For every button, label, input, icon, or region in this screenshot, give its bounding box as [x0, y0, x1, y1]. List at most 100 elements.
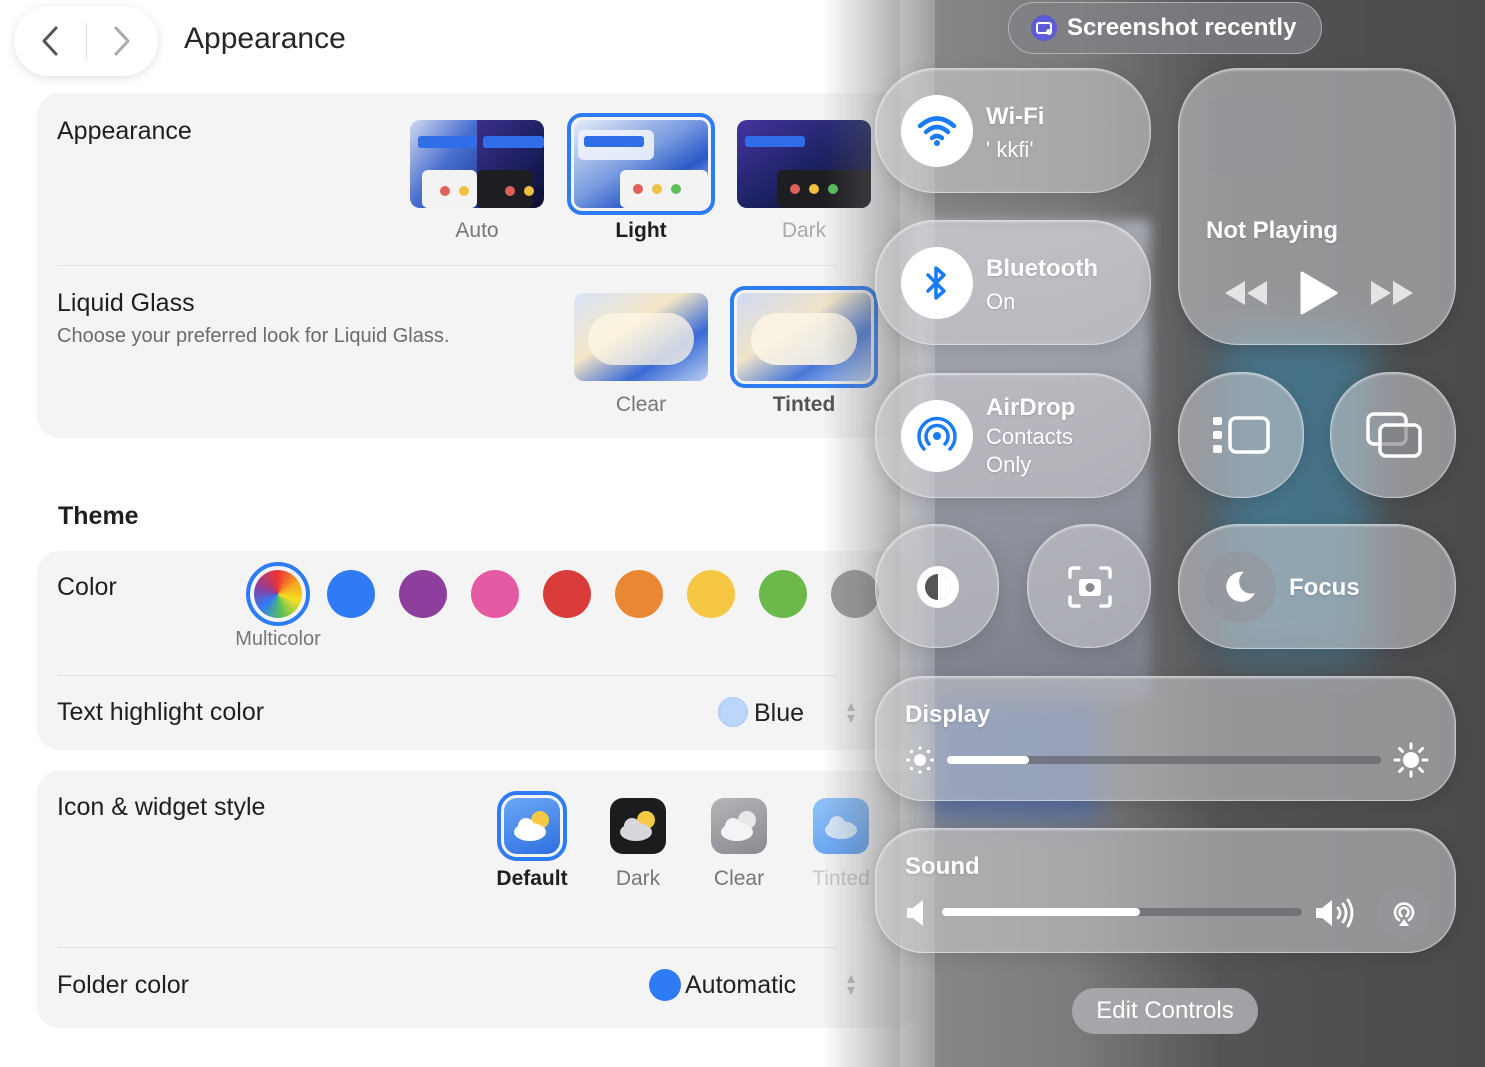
airplay-audio-button[interactable] [1378, 887, 1430, 939]
brightness-slider-fill [947, 756, 1030, 764]
brightness-slider[interactable] [947, 756, 1381, 764]
airplay-audio-icon [1393, 902, 1415, 926]
screen-mirroring-icon [1366, 412, 1422, 458]
color-swatch-orange[interactable] [615, 570, 663, 618]
appearance-auto-option[interactable] [410, 120, 544, 208]
focus-toggle[interactable] [1204, 551, 1276, 623]
brightness-high-icon [1393, 742, 1429, 778]
screenshot-button[interactable] [1027, 524, 1151, 648]
brightness-low-icon [906, 746, 934, 774]
color-swatch-red[interactable] [543, 570, 591, 618]
row-divider [57, 265, 837, 266]
color-swatch-blue[interactable] [327, 570, 375, 618]
dark-thumbnail-icon [737, 120, 871, 208]
icon-style-dark-option[interactable] [610, 798, 666, 854]
color-swatch-pink[interactable] [471, 570, 519, 618]
wifi-toggle[interactable] [901, 95, 973, 167]
color-swatch-yellow[interactable] [687, 570, 735, 618]
row-divider [57, 675, 837, 676]
stage-manager-icon [1213, 416, 1270, 454]
album-art-placeholder [1206, 96, 1286, 176]
page-title: Appearance [184, 22, 346, 55]
text-highlight-value[interactable]: Blue [754, 699, 804, 728]
screenshot-recently-label: Screenshot recently [1067, 14, 1297, 41]
bluetooth-title: Bluetooth [986, 255, 1098, 282]
color-swatch-purple[interactable] [399, 570, 447, 618]
icon-style-default-option[interactable] [497, 791, 567, 861]
airdrop-title: AirDrop [986, 394, 1076, 421]
bluetooth-toggle[interactable] [901, 247, 973, 319]
text-highlight-label: Text highlight color [57, 698, 265, 726]
liquid-glass-description: Choose your preferred look for Liquid Gl… [57, 325, 450, 347]
cloud-sun-icon [721, 811, 756, 841]
chevron-right-icon [114, 26, 130, 56]
forward-button[interactable] [87, 6, 159, 76]
liquid-glass-clear-caption: Clear [615, 393, 667, 416]
wifi-network-name: ' kkfi' [986, 137, 1034, 162]
color-swatch-multicolor[interactable] [254, 570, 302, 618]
appearance-auto-caption: Auto [455, 219, 499, 242]
tinted-glass-thumbnail-icon [737, 293, 871, 381]
chevron-left-icon [42, 26, 58, 56]
bluetooth-status: On [986, 289, 1016, 314]
edit-controls-button[interactable]: Edit Controls [1072, 988, 1258, 1034]
screenshot-camera-icon [1068, 566, 1112, 608]
volume-slider[interactable] [942, 908, 1302, 916]
color-swatch-green[interactable] [759, 570, 807, 618]
row-divider [57, 947, 837, 948]
liquid-glass-clear-option[interactable] [574, 293, 708, 381]
airdrop-module[interactable]: AirDrop Contacts Only [875, 373, 1151, 498]
icon-style-clear-option[interactable] [711, 798, 767, 854]
nav-buttons [14, 6, 158, 76]
cloud-icon [825, 816, 857, 839]
folder-color-value[interactable]: Automatic [685, 971, 796, 1000]
dark-mode-button[interactable] [875, 524, 999, 648]
display-label: Display [905, 701, 991, 728]
appearance-light-caption: Light [615, 219, 667, 242]
settings-window: Appearance Appearance Auto Light Dark Li… [0, 0, 935, 1067]
icon-style-default-caption: Default [496, 867, 568, 890]
auto-thumbnail-icon [410, 120, 544, 208]
selected-color-name: Multicolor [235, 628, 321, 650]
bluetooth-module[interactable]: Bluetooth On [875, 220, 1151, 345]
display-module: Display [875, 676, 1456, 801]
screenshot-recently-indicator[interactable]: Screenshot recently [1008, 2, 1322, 54]
color-swatch-graphite[interactable] [831, 570, 879, 618]
theme-heading: Theme [58, 502, 139, 530]
focus-module[interactable]: Focus [1178, 524, 1456, 649]
volume-high-icon [1316, 898, 1354, 928]
wifi-module[interactable]: Wi-Fi ' kkfi' [875, 68, 1151, 193]
folder-color-label: Folder color [57, 971, 189, 999]
liquid-glass-tinted-caption: Tinted [772, 393, 836, 416]
bluetooth-icon [926, 266, 946, 300]
screen-recording-icon [1031, 15, 1057, 41]
icon-widget-style-label: Icon & widget style [57, 793, 266, 821]
airdrop-status-line1: Contacts [986, 424, 1073, 449]
cloud-sun-icon [514, 811, 549, 841]
liquid-glass-label: Liquid Glass [57, 289, 195, 317]
back-button[interactable] [14, 6, 86, 76]
appearance-dark-option[interactable] [737, 120, 871, 208]
text-highlight-stepper-icon[interactable]: ▴ ▾ [841, 698, 861, 728]
icon-style-dark-caption: Dark [615, 867, 661, 890]
airdrop-toggle[interactable] [901, 400, 973, 472]
appearance-light-option[interactable] [567, 113, 715, 215]
fast-forward-icon[interactable] [1369, 279, 1415, 307]
sound-module: Sound [875, 828, 1456, 953]
contrast-icon [917, 566, 959, 608]
now-playing-module[interactable]: Not Playing [1178, 68, 1456, 345]
folder-color-stepper-icon[interactable]: ▴ ▾ [841, 970, 861, 1000]
theme-group: Color Multicolor Text highlight color Bl… [37, 551, 917, 750]
cloud-sun-icon [620, 811, 655, 841]
icon-style-tinted-option[interactable] [813, 798, 869, 854]
volume-low-icon [907, 900, 923, 926]
liquid-glass-tinted-option[interactable] [730, 286, 878, 388]
play-icon[interactable] [1299, 270, 1339, 316]
moon-icon [1226, 571, 1255, 602]
airdrop-icon [917, 416, 957, 451]
screen-mirroring-button[interactable] [1330, 372, 1456, 498]
stage-manager-button[interactable] [1178, 372, 1304, 498]
rewind-icon[interactable] [1223, 279, 1269, 307]
color-label: Color [57, 573, 117, 601]
highlight-color-swatch [718, 697, 748, 727]
